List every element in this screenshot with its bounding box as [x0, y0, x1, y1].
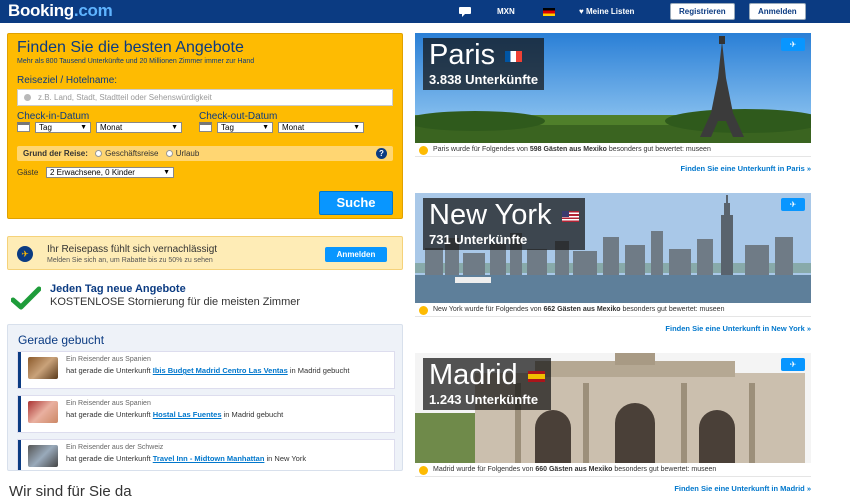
booking-origin: Ein Reisender aus Spanien — [66, 356, 151, 363]
leisure-label: Urlaub — [175, 149, 200, 158]
checkout-calendar-icon[interactable] — [199, 122, 212, 132]
help-heading: Wir sind für Sie da — [9, 483, 132, 500]
guests-label: Gäste — [17, 168, 39, 177]
location-pin-icon — [24, 94, 31, 101]
travel-reason-label: Grund der Reise: — [23, 149, 88, 158]
booking-text: hat gerade die Unterkunft Ibis Budget Ma… — [66, 366, 350, 375]
currency-selector[interactable]: MXN — [497, 0, 515, 23]
find-new-york-link[interactable]: Finden Sie eine Unterkunft in New York » — [665, 324, 811, 333]
checkin-calendar-icon[interactable] — [17, 122, 30, 132]
checkmark-icon — [11, 286, 41, 310]
language-flag-icon[interactable] — [543, 0, 555, 23]
new-york-caption: New York 731 Unterkünfte — [423, 198, 585, 250]
destination-label: Reiseziel / Hotelname: — [17, 75, 118, 86]
hotel-link[interactable]: Ibis Budget Madrid Centro Las Ventas — [153, 366, 288, 375]
info-icon — [419, 146, 428, 155]
city-name: Madrid — [429, 359, 518, 391]
hotel-thumbnail — [28, 401, 58, 423]
passport-title: Ihr Reisepass fühlt sich vernachlässigt — [47, 244, 218, 255]
business-radio[interactable] — [95, 150, 103, 158]
checkout-month-select[interactable]: Monat ▼ — [278, 122, 364, 133]
booking-item[interactable]: Ein Reisender aus der Schweiz hat gerade… — [17, 439, 395, 470]
checkout-label: Check-out-Datum — [199, 111, 278, 122]
rating-info: New York wurde für Folgendes von 662 Gäs… — [415, 303, 811, 317]
help-icon[interactable]: ? — [376, 148, 387, 159]
info-icon — [419, 466, 428, 475]
login-button[interactable]: Anmelden — [749, 3, 806, 20]
destination-input[interactable]: z.B. Land, Stadt, Stadtteil oder Sehensw… — [17, 89, 393, 106]
rating-info: Madrid wurde für Folgendes von 660 Gäste… — [415, 463, 811, 477]
city-name: New York — [429, 199, 552, 231]
leisure-radio[interactable] — [165, 150, 173, 158]
city-name: Paris — [429, 39, 496, 71]
find-paris-link[interactable]: Finden Sie eine Unterkunft in Paris » — [681, 164, 811, 173]
info-icon — [419, 306, 428, 315]
paris-caption: Paris 3.838 Unterkünfte — [423, 38, 545, 90]
hotel-link[interactable]: Travel Inn - Midtown Manhattan — [153, 454, 265, 463]
booking-text: hat gerade die Unterkunft Hostal Las Fue… — [66, 410, 284, 419]
checkin-month-select[interactable]: Monat ▼ — [96, 122, 182, 133]
madrid-caption: Madrid 1.243 Unterkünfte — [423, 358, 551, 410]
property-count: 731 Unterkünfte — [429, 232, 528, 247]
booking-origin: Ein Reisender aus der Schweiz — [66, 444, 164, 451]
usa-flag-icon — [561, 210, 579, 222]
france-flag-icon — [505, 50, 523, 62]
plane-icon[interactable]: ✈ — [781, 198, 805, 211]
booking-logo[interactable]: Booking.com — [8, 1, 113, 21]
search-subtitle: Mehr als 800 Tausend Unterkünfte und 20 … — [17, 58, 255, 65]
booking-text: hat gerade die Unterkunft Travel Inn - M… — [66, 454, 307, 463]
booking-item[interactable]: Ein Reisender aus Spanien hat gerade die… — [17, 351, 395, 389]
search-title: Finden Sie die besten Angebote — [17, 39, 244, 56]
checkout-day-select[interactable]: Tag ▼ — [217, 122, 273, 133]
property-count: 1.243 Unterkünfte — [429, 392, 539, 407]
search-button[interactable]: Suche — [319, 191, 393, 215]
hotel-link[interactable]: Hostal Las Fuentes — [153, 410, 222, 419]
deals-title: Jeden Tag neue Angebote — [50, 283, 186, 295]
spain-flag-icon — [527, 370, 545, 382]
business-label: Geschäftsreise — [105, 149, 159, 158]
deals-subtitle: KOSTENLOSE Stornierung für die meisten Z… — [50, 296, 301, 308]
hotel-thumbnail — [28, 357, 58, 379]
guests-select[interactable]: 2 Erwachsene, 0 Kinder ▼ — [46, 167, 174, 178]
my-lists-link[interactable]: ♥ Meine Listen — [579, 0, 634, 23]
booking-item[interactable]: Ein Reisender aus Spanien hat gerade die… — [17, 395, 395, 433]
rating-info: Paris wurde für Folgendes von 598 Gästen… — [415, 143, 811, 157]
passport-icon: ✈ — [17, 246, 33, 262]
top-bar: Booking.com MXN ♥ Meine Listen Registrie… — [0, 0, 850, 23]
booking-origin: Ein Reisender aus Spanien — [66, 400, 151, 407]
travel-reason-row: Grund der Reise: Geschäftsreise Urlaub ? — [17, 146, 393, 161]
find-madrid-link[interactable]: Finden Sie eine Unterkunft in Madrid » — [674, 484, 811, 493]
recently-booked-title: Gerade gebucht — [18, 333, 105, 347]
search-box: Finden Sie die besten Angebote Mehr als … — [7, 33, 403, 219]
recently-booked-panel: Gerade gebucht Ein Reisender aus Spanien… — [7, 324, 403, 471]
passport-subtitle: Melden Sie sich an, um Rabatte bis zu 50… — [47, 257, 213, 264]
passport-banner: ✈ Ihr Reisepass fühlt sich vernachlässig… — [7, 236, 403, 270]
checkin-day-select[interactable]: Tag ▼ — [35, 122, 91, 133]
chat-icon[interactable] — [459, 0, 471, 23]
passport-login-button[interactable]: Anmelden — [325, 247, 387, 262]
plane-icon[interactable]: ✈ — [781, 358, 805, 371]
hotel-thumbnail — [28, 445, 58, 467]
register-button[interactable]: Registrieren — [670, 3, 735, 20]
checkin-label: Check-in-Datum — [17, 111, 90, 122]
property-count: 3.838 Unterkünfte — [429, 72, 539, 87]
heart-icon: ♥ — [579, 7, 584, 16]
plane-icon[interactable]: ✈ — [781, 38, 805, 51]
